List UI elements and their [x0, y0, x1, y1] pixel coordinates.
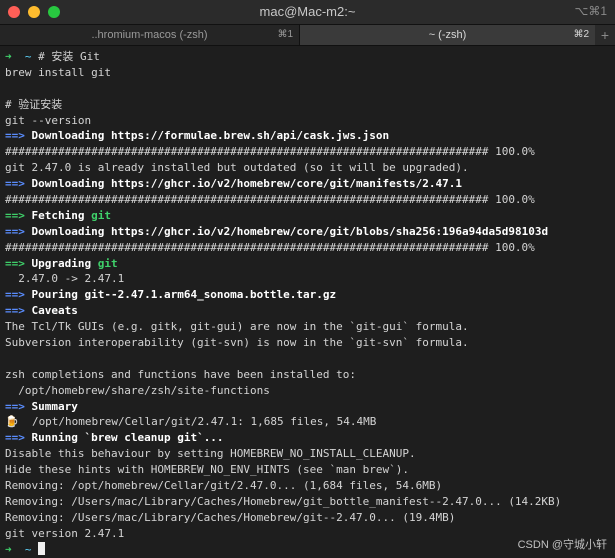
arrow-marker: ==>: [5, 399, 25, 413]
prompt-line: ➜ ~ # 安装 Git: [5, 49, 615, 65]
output-line: 2.47.0 -> 2.47.1: [5, 272, 125, 286]
window-title: mac@Mac-m2:~: [259, 4, 356, 19]
command-text: # 安装 Git: [38, 50, 100, 63]
output-line: ==> Downloading https://formulae.brew.sh…: [5, 128, 615, 144]
output-line: zsh completions and functions have been …: [5, 367, 356, 381]
output-line: ==> Upgrading git: [5, 256, 615, 272]
package-name: git: [91, 256, 118, 270]
arrow-marker: ==>: [5, 304, 25, 318]
tab-shortcut: ⌘2: [573, 29, 589, 40]
output-line: ==> Caveats: [5, 303, 615, 319]
title-bar: mac@Mac-m2:~ ⌥⌘1: [0, 0, 615, 25]
tab-chromium-macos[interactable]: ..hromium-macos (-zsh) ⌘1: [0, 25, 300, 45]
status-label: Downloading: [31, 129, 105, 143]
command-line: git --version: [5, 113, 92, 127]
status-text: https://formulae.brew.sh/api/cask.jws.js…: [104, 129, 390, 143]
status-label: Running: [31, 431, 78, 445]
arrow-marker: ==>: [5, 129, 25, 143]
status-label: Pouring: [31, 288, 78, 302]
prompt-arrow-icon: ➜: [5, 542, 12, 556]
output-line: ==> Running `brew cleanup git`...: [5, 430, 615, 446]
output-line: Disable this behaviour by setting HOMEBR…: [5, 447, 416, 461]
output-line: 🍺 /opt/homebrew/Cellar/git/2.47.1: 1,685…: [5, 415, 377, 429]
output-line: Hide these hints with HOMEBREW_NO_ENV_HI…: [5, 463, 409, 477]
terminal-window: mac@Mac-m2:~ ⌥⌘1 ..hromium-macos (-zsh) …: [0, 0, 615, 558]
status-label: Summary: [31, 399, 78, 413]
new-tab-button[interactable]: +: [595, 25, 615, 45]
status-label: Downloading: [31, 177, 105, 191]
prompt-arrow-icon: ➜: [5, 50, 12, 63]
output-line: The Tcl/Tk GUIs (e.g. gitk, git-gui) are…: [5, 320, 469, 334]
output-line: ########################################…: [5, 240, 535, 254]
command-line: # 验证安装: [5, 97, 63, 111]
brew-output: ==> Downloading https://formulae.brew.sh…: [5, 128, 615, 541]
status-text: git--2.47.1.arm64_sonoma.bottle.tar.gz: [77, 288, 337, 302]
output-line: ==> Pouring git--2.47.1.arm64_sonoma.bot…: [5, 287, 615, 303]
window-shortcut: ⌥⌘1: [574, 4, 607, 18]
output-line: Subversion interoperability (git-svn) is…: [5, 336, 469, 350]
terminal-output[interactable]: ➜ ~ # 安装 Git brew install git # 验证安装 git…: [0, 46, 615, 558]
output-line: ==> Fetching git: [5, 208, 615, 224]
arrow-marker: ==>: [5, 288, 25, 302]
package-name: git: [84, 208, 111, 222]
output-line: ==> Summary: [5, 399, 615, 415]
status-text: https://ghcr.io/v2/homebrew/core/git/blo…: [104, 224, 549, 238]
arrow-marker: ==>: [5, 431, 25, 445]
tab-label: ~ (-zsh): [428, 29, 467, 41]
arrow-marker: ==>: [5, 224, 25, 238]
output-line: ==> Downloading https://ghcr.io/v2/homeb…: [5, 176, 615, 192]
status-label: Downloading: [31, 224, 105, 238]
command-line: [5, 81, 615, 97]
output-line: ########################################…: [5, 145, 535, 159]
output-line: /opt/homebrew/share/zsh/site-functions: [5, 383, 270, 397]
tab-bar: ..hromium-macos (-zsh) ⌘1 ~ (-zsh) ⌘2 +: [0, 25, 615, 46]
output-line: git 2.47.0 is already installed but outd…: [5, 161, 469, 175]
tab-home-zsh[interactable]: ~ (-zsh) ⌘2: [300, 25, 595, 45]
output-line: Removing: /opt/homebrew/Cellar/git/2.47.…: [5, 479, 443, 493]
prompt-directory: ~: [24, 542, 32, 556]
output-line: ########################################…: [5, 193, 535, 207]
output-line: Removing: /Users/mac/Library/Caches/Home…: [5, 494, 562, 508]
output-line: ==> Downloading https://ghcr.io/v2/homeb…: [5, 224, 615, 240]
status-text: `brew cleanup git`...: [77, 431, 224, 445]
tab-label: ..hromium-macos (-zsh): [91, 29, 208, 41]
status-label: Fetching: [31, 208, 85, 222]
text-cursor: [38, 541, 46, 555]
status-label: Caveats: [31, 304, 78, 318]
arrow-marker: ==>: [5, 208, 25, 222]
arrow-marker: ==>: [5, 256, 25, 270]
arrow-marker: ==>: [5, 177, 25, 191]
status-label: Upgrading: [31, 256, 92, 270]
watermark: CSDN @守城小轩: [517, 539, 607, 551]
tab-shortcut: ⌘1: [277, 29, 293, 40]
command-line: brew install git: [5, 65, 111, 79]
prompt-directory: ~: [24, 50, 32, 63]
status-text: https://ghcr.io/v2/homebrew/core/git/man…: [104, 177, 462, 191]
output-line: Removing: /Users/mac/Library/Caches/Home…: [5, 510, 456, 524]
